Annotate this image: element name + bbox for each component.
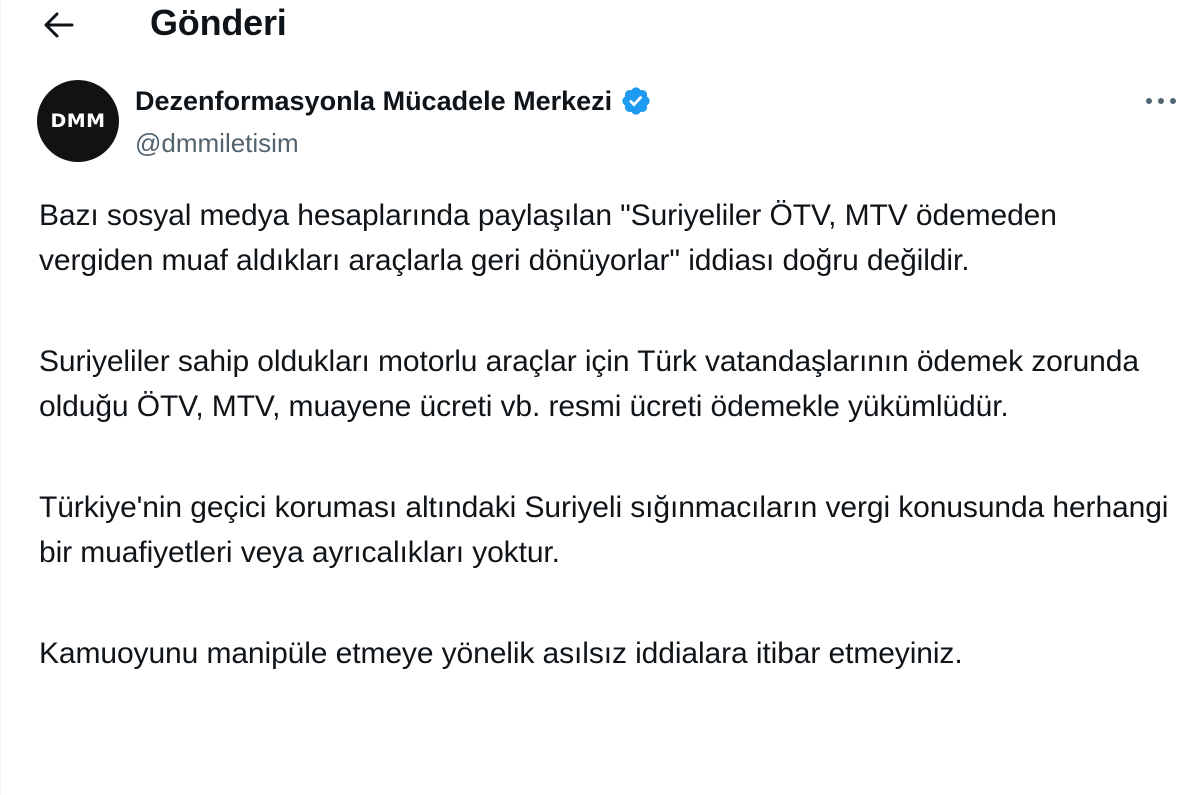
verified-badge-icon bbox=[622, 87, 650, 115]
post-text: Bazı sosyal medya hesaplarında paylaşıla… bbox=[39, 193, 1169, 732]
more-options-button[interactable] bbox=[1139, 86, 1183, 116]
page-title: Gönderi bbox=[150, 2, 287, 43]
author-handle[interactable]: @dmmiletisim bbox=[135, 126, 299, 160]
post-page: Gönderi DMM Dezenformasyonla Mücadele Me… bbox=[0, 0, 1200, 795]
avatar-logo-text: DMM bbox=[50, 110, 106, 132]
arrow-left-icon bbox=[44, 12, 74, 38]
post-paragraph: Kamuoyunu manipüle etmeye yönelik asılsı… bbox=[39, 637, 963, 670]
post-paragraph: Bazı sosyal medya hesaplarında paylaşıla… bbox=[39, 199, 1057, 277]
header-bar: Gönderi bbox=[1, 0, 1200, 50]
avatar[interactable]: DMM bbox=[37, 80, 119, 162]
author-name-label: Dezenformasyonla Mücadele Merkezi bbox=[135, 86, 613, 116]
post-paragraph: Türkiye'nin geçici koruması altındaki Su… bbox=[39, 491, 1169, 569]
author-name[interactable]: Dezenformasyonla Mücadele Merkezi bbox=[135, 84, 652, 118]
more-horizontal-icon bbox=[1146, 98, 1176, 104]
back-button[interactable] bbox=[37, 3, 81, 47]
post-paragraph: Suriyeliler sahip oldukları motorlu araç… bbox=[39, 345, 1139, 423]
